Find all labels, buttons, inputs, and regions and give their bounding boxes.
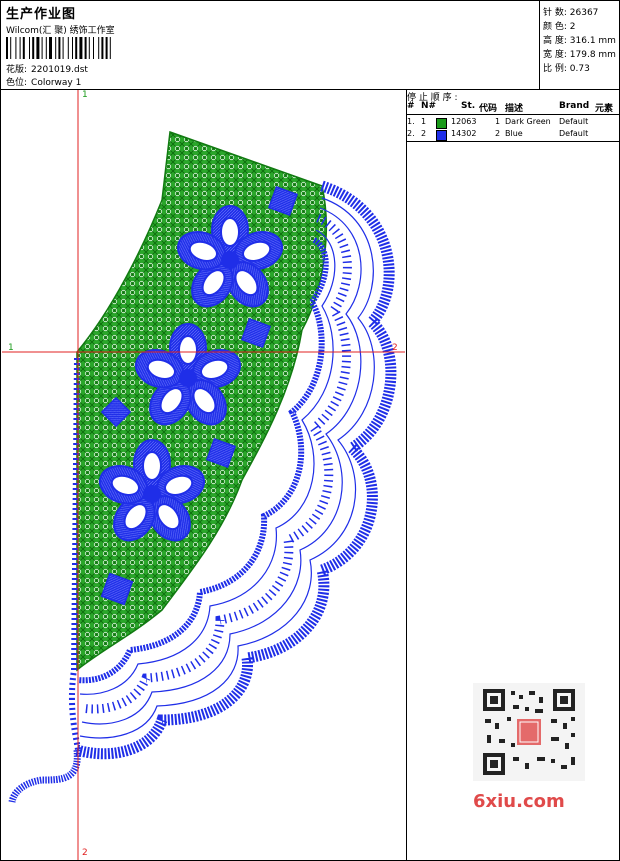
- table-header: # N# St. 代码 描述 Brand 元素: [407, 101, 620, 115]
- company-name: Wilcom(汇 聚) 绣饰工作室: [6, 26, 115, 36]
- axis-label-bottom: 2: [82, 848, 88, 858]
- axis-label-left: 1: [8, 343, 14, 353]
- stat-scale: 比 例: 0.73: [543, 64, 590, 74]
- colorway-row: 色位: Colorway 1: [6, 75, 81, 88]
- file-name: 2201019.dst: [31, 65, 88, 75]
- file-label: 花版:: [6, 65, 28, 75]
- table-row: 1. 1 12063 1 Dark Green Default: [407, 117, 620, 129]
- header-info: 生产作业图 Wilcom(汇 聚) 绣饰工作室 花版: 2201019.dst 色…: [1, 1, 540, 90]
- color-swatch: [436, 130, 447, 141]
- stat-stitches: 针 数: 26367: [543, 8, 599, 18]
- colorway-label: 色位:: [6, 78, 28, 88]
- table-row: 2. 2 14302 2 Blue Default: [407, 129, 620, 141]
- colorway-name: Colorway 1: [31, 78, 82, 88]
- barcode: [6, 37, 111, 59]
- color-swatch: [436, 118, 447, 129]
- design-area: 1 2 1 2: [2, 90, 405, 860]
- watermark: 6xiu.com: [473, 791, 565, 812]
- axis-label-top: 1: [82, 90, 88, 100]
- stat-colors: 颜 色: 2: [543, 22, 576, 32]
- page-title: 生产作业图: [6, 7, 77, 22]
- stat-width: 宽 度: 179.8 mm: [543, 50, 616, 60]
- file-row: 花版: 2201019.dst: [6, 62, 88, 75]
- axis-label-right: 2: [392, 343, 398, 353]
- panel-separator: [407, 141, 620, 142]
- stat-height: 高 度: 316.1 mm: [543, 36, 616, 46]
- production-sheet: 生产作业图 Wilcom(汇 聚) 绣饰工作室 花版: 2201019.dst 色…: [0, 0, 620, 861]
- qr-code: [473, 683, 585, 781]
- embroidery-design: [2, 90, 405, 860]
- stats-box: 针 数: 26367 颜 色: 2 高 度: 316.1 mm 宽 度: 179…: [540, 1, 619, 90]
